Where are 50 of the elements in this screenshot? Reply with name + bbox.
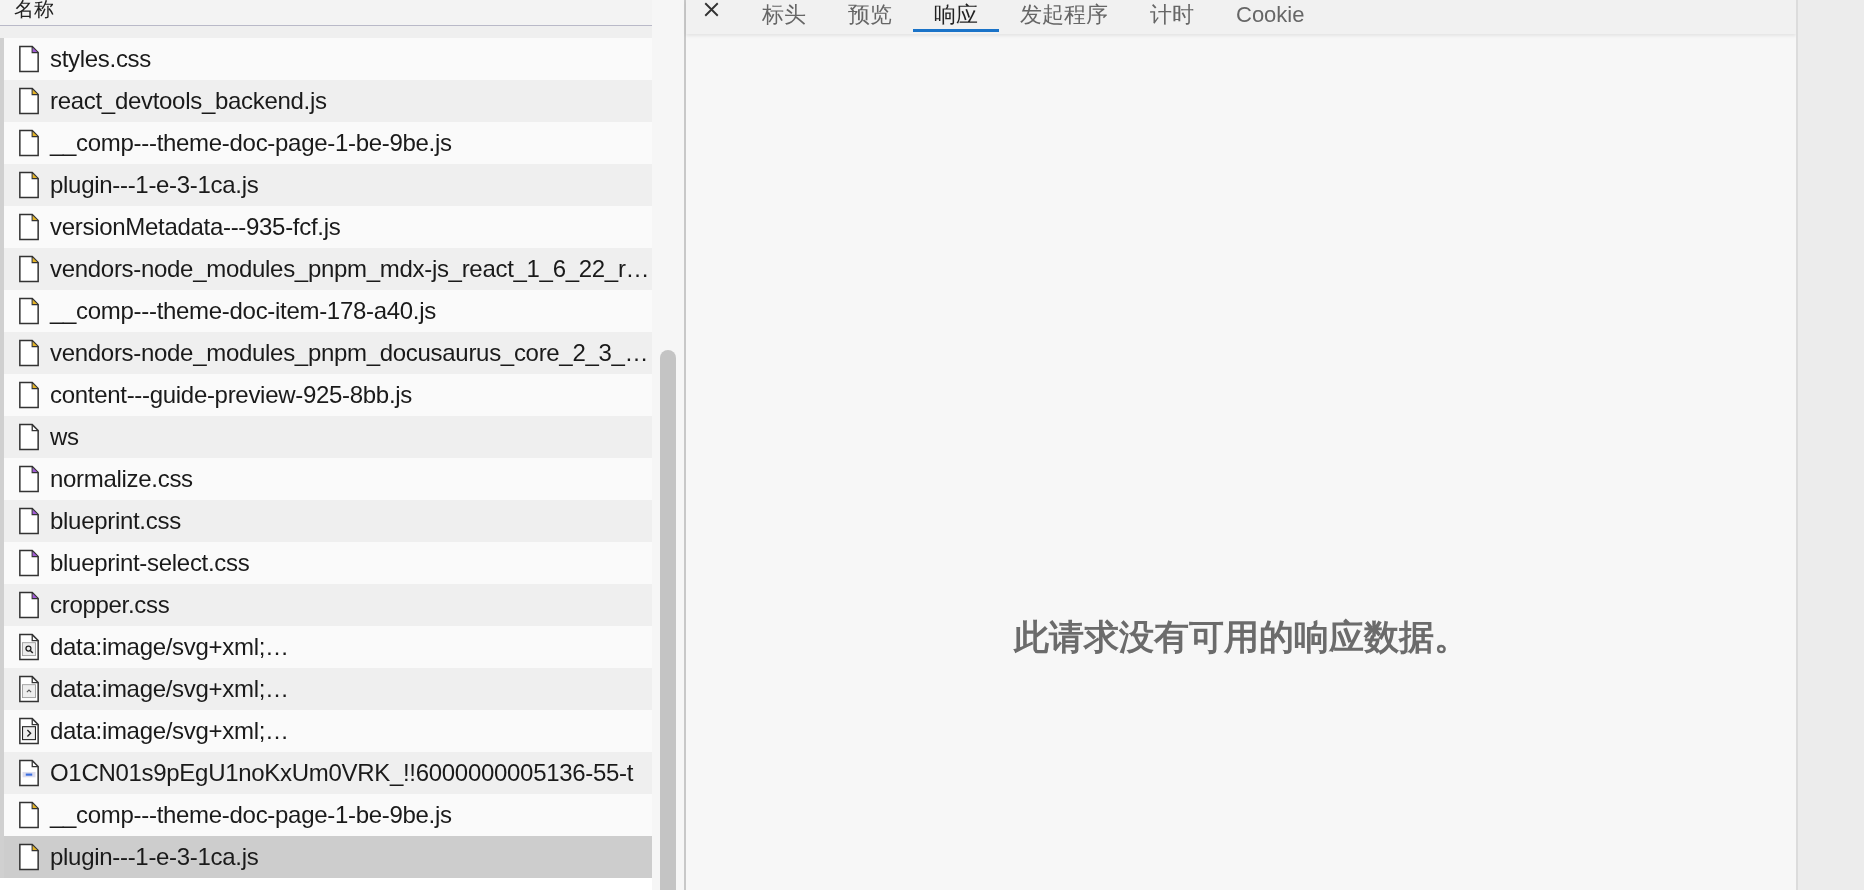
request-row[interactable]: plugin---1-e-3-1ca.js (0, 836, 652, 878)
file-icon (18, 549, 40, 577)
request-row[interactable]: data:image/svg+xml;… (0, 626, 652, 668)
file-icon (18, 591, 40, 619)
request-row[interactable]: vendors-node_modules_pnpm_docusaurus_core_2_3_… (0, 332, 652, 374)
tab[interactable]: 标头 (741, 0, 827, 32)
file-icon (18, 843, 40, 871)
request-row[interactable]: data:image/svg+xml;… (0, 668, 652, 710)
file-icon (18, 87, 40, 115)
request-row[interactable]: data:image/svg+xml;… (0, 710, 652, 752)
request-row[interactable]: ws (0, 416, 652, 458)
file-icon (18, 465, 40, 493)
request-row[interactable]: versionMetadata---935-fcf.js (0, 206, 652, 248)
file-icon (18, 45, 40, 73)
request-row[interactable]: cropper.css (0, 584, 652, 626)
file-icon (18, 213, 40, 241)
close-icon[interactable] (704, 2, 719, 17)
tab[interactable]: 预览 (827, 0, 913, 32)
request-row[interactable]: __comp---theme-doc-item-178-a40.js (0, 290, 652, 332)
request-row[interactable]: vendors-node_modules_pnpm_mdx-js_react_1_6_22_r… (0, 248, 652, 290)
file-icon (18, 381, 40, 409)
tab[interactable]: 发起程序 (999, 0, 1129, 32)
scrollbar-thumb[interactable] (660, 350, 676, 890)
request-row[interactable]: plugin---1-e-3-1ca.js (0, 164, 652, 206)
tab[interactable]: 响应 (913, 0, 999, 32)
file-icon (18, 339, 40, 367)
file-icon (18, 297, 40, 325)
image-file-icon (18, 759, 40, 787)
request-row[interactable]: O1CN01s9pEgU1noKxUm0VRK_!!6000000005136-55-t (0, 752, 652, 794)
request-row[interactable]: normalize.css (0, 458, 652, 500)
request-row[interactable]: blueprint-select.css (0, 542, 652, 584)
file-icon (18, 129, 40, 157)
file-icon (18, 255, 40, 283)
request-row[interactable]: __comp---theme-doc-page-1-be-9be.js (0, 794, 652, 836)
request-row[interactable]: __comp---theme-doc-page-1-be-9be.js (0, 122, 652, 164)
file-icon (18, 423, 40, 451)
file-icon (18, 801, 40, 829)
request-row[interactable]: content---guide-preview-925-8bb.js (0, 374, 652, 416)
request-row[interactable]: styles.css (0, 38, 652, 80)
request-row[interactable]: react_devtools_backend.js (0, 80, 652, 122)
image-file-icon (18, 675, 40, 703)
image-file-icon (18, 717, 40, 745)
image-file-icon (18, 633, 40, 661)
tab[interactable]: Cookie (1215, 0, 1326, 32)
tab[interactable]: 计时 (1129, 0, 1215, 32)
request-row[interactable]: blueprint.css (0, 500, 652, 542)
file-icon (18, 507, 40, 535)
column-header[interactable]: 名称 (0, 0, 652, 26)
empty-message: 此请求没有可用的响应数据。 (1013, 615, 1469, 659)
file-icon (18, 171, 40, 199)
